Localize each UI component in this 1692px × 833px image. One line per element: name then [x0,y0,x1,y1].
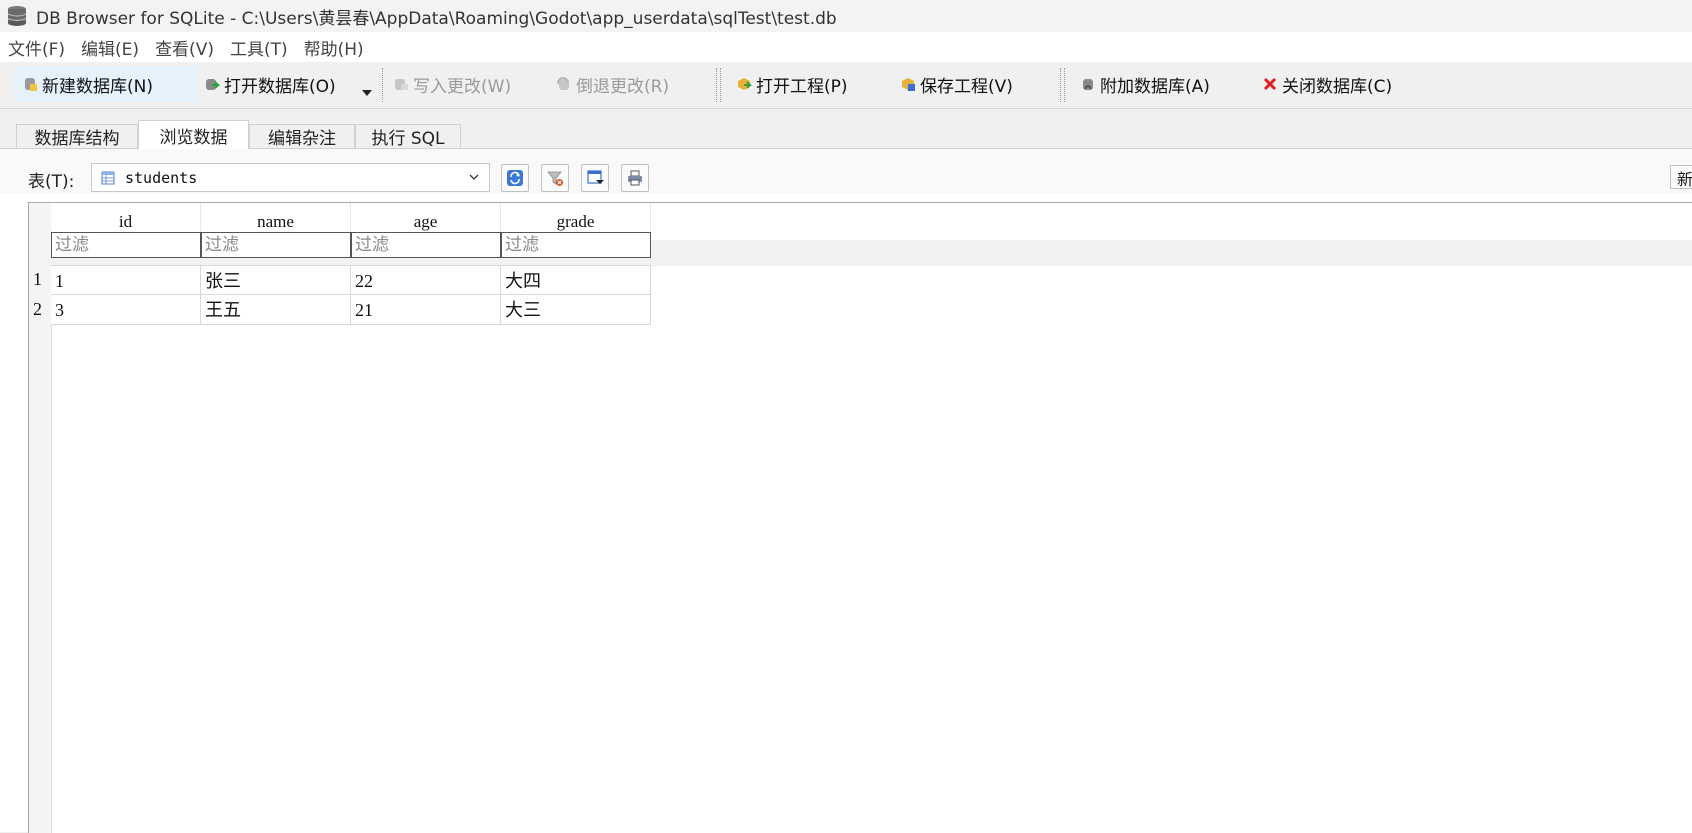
filter-input-grade[interactable]: 过滤 [501,232,651,258]
filter-input-id[interactable]: 过滤 [51,232,201,258]
window-title: DB Browser for SQLite - C:\Users\黄昙春\App… [36,8,837,29]
toolbar-separator [1060,68,1061,102]
row-number[interactable]: 1 [33,269,42,290]
table-select-value: students [125,168,198,187]
open-project-label: 打开工程(P) [756,76,848,97]
tab-execute-sql[interactable]: 执行 SQL [355,124,461,149]
clear-filter-icon [547,171,563,186]
table-cell[interactable]: 1 [51,265,201,295]
menu-help[interactable]: 帮助(H) [296,35,372,60]
toolbar-separator [1064,68,1065,102]
row-number[interactable]: 2 [33,299,42,320]
write-changes-label: 写入更改(W) [413,76,512,97]
table-cell[interactable]: 王五 [201,295,351,325]
column-header-grade[interactable]: grade [501,203,651,231]
table-cell[interactable]: 3 [51,295,201,325]
table-cell[interactable]: 张三 [201,265,351,295]
attach-database-label: 附加数据库(A) [1100,76,1210,97]
title-bar: DB Browser for SQLite - C:\Users\黄昙春\App… [0,0,1692,32]
menu-file[interactable]: 文件(F) [0,35,73,60]
write-changes-icon [395,79,408,90]
tab-database-structure[interactable]: 数据库结构 [16,124,138,149]
table-cell[interactable]: 22 [351,265,501,295]
close-database-label: 关闭数据库(C) [1282,76,1393,97]
column-header-name[interactable]: name [201,203,351,231]
table-cell[interactable]: 大四 [501,265,651,295]
filter-input-age[interactable]: 过滤 [351,232,501,258]
save-project-icon [902,78,915,91]
table-cell[interactable]: 21 [351,295,501,325]
menu-bar: 文件(F) 编辑(E) 查看(V) 工具(T) 帮助(H) [0,32,1692,62]
print-icon [628,170,642,186]
chevron-down-icon [469,174,479,180]
table-icon [101,171,115,184]
refresh-button[interactable] [501,164,529,192]
open-project-button[interactable]: 打开工程(P) [736,66,848,102]
save-table-button[interactable] [581,164,609,192]
filter-input-name[interactable]: 过滤 [201,232,351,258]
refresh-icon [507,170,523,186]
save-project-label: 保存工程(V) [920,76,1013,97]
print-button[interactable] [621,164,649,192]
revert-changes-icon [557,77,569,90]
save-table-icon [587,170,604,184]
tab-edit-pragmas[interactable]: 编辑杂注 [249,124,355,149]
open-project-icon [738,78,752,90]
main-tabs: 数据库结构 浏览数据 编辑杂注 执行 SQL [0,108,1692,149]
table-cell[interactable]: 大三 [501,295,651,325]
row-header-column [29,203,52,833]
close-database-button[interactable]: 关闭数据库(C) [1262,66,1392,102]
tab-browse-data[interactable]: 浏览数据 [138,120,249,149]
attach-database-icon [1083,79,1093,90]
column-header-age[interactable]: age [351,203,501,231]
toolbar-separator [716,68,717,102]
open-database-dropdown-icon[interactable] [362,90,372,96]
attach-database-button[interactable]: 附加数据库(A) [1080,66,1210,102]
toolbar-separator [720,68,721,102]
menu-view[interactable]: 查看(V) [147,35,222,60]
write-changes-button[interactable]: 写入更改(W) [393,66,511,102]
open-database-icon [206,79,220,90]
database-icon [7,6,27,26]
new-database-button[interactable]: 新建数据库(N) [14,66,196,102]
save-project-button[interactable]: 保存工程(V) [900,66,1013,102]
toolbar-separator [382,68,383,102]
new-database-label: 新建数据库(N) [42,76,153,97]
table-select[interactable]: students [91,163,490,192]
revert-changes-label: 倒退更改(R) [576,76,670,97]
menu-edit[interactable]: 编辑(E) [73,35,147,60]
data-grid: id name age grade 过滤 过滤 过滤 过滤 1 2 1 张三 2… [28,202,1692,833]
new-database-icon [25,78,37,91]
revert-changes-button[interactable]: 倒退更改(R) [556,66,669,102]
clear-filters-button[interactable] [541,164,569,192]
menu-tools[interactable]: 工具(T) [222,35,296,60]
table-label: 表(T): [28,172,75,192]
close-icon [1263,77,1277,91]
open-database-button[interactable]: 打开数据库(O) [204,66,336,102]
open-database-label: 打开数据库(O) [224,76,336,97]
main-toolbar: 新建数据库(N) 打开数据库(O) 写入更改(W) 倒退更改(R) 打开工程(P… [0,62,1692,109]
browse-data-panel: 表(T): students 新 id name age grade 过滤 过滤… [0,148,1692,833]
new-record-button[interactable]: 新 [1670,165,1692,189]
column-header-id[interactable]: id [51,203,201,231]
